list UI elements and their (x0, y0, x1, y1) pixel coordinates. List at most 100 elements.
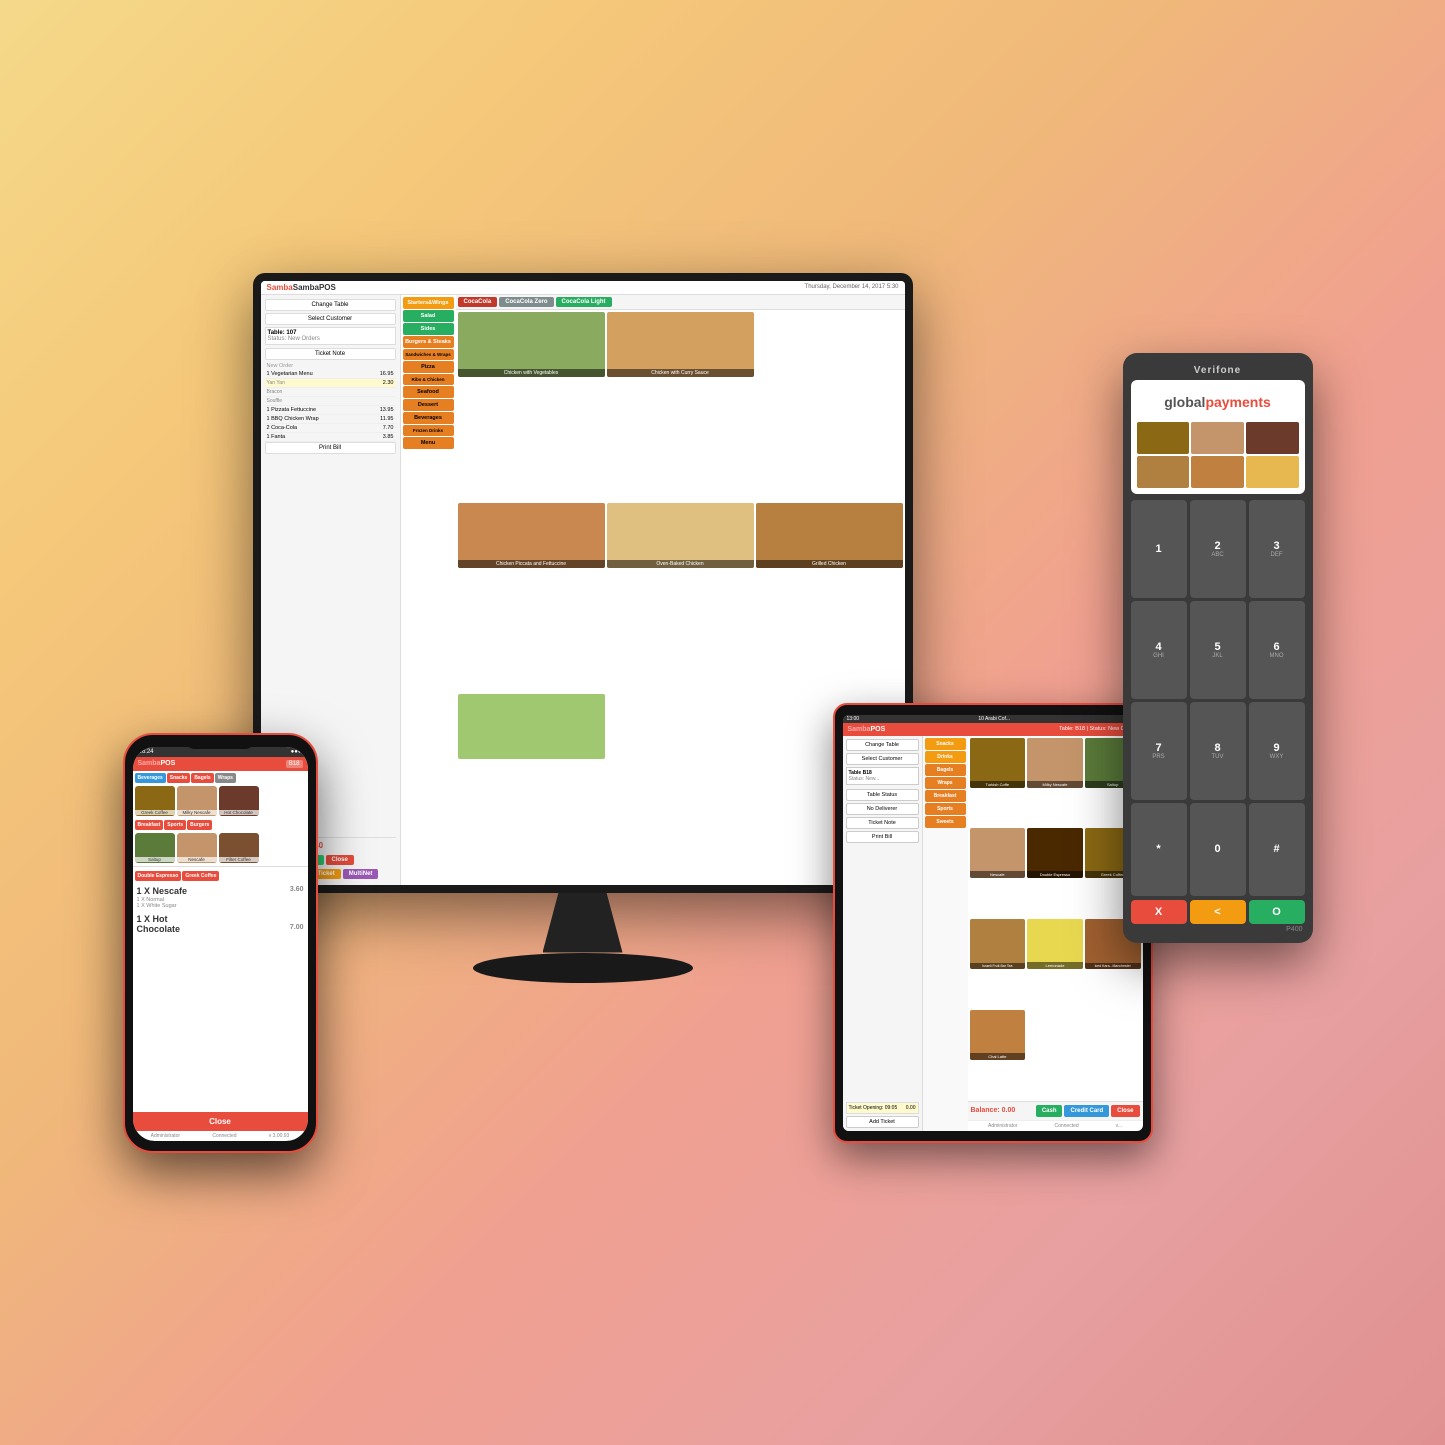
food-item-5[interactable]: Grilled Chicken (756, 503, 903, 568)
tablet-cat-snacks[interactable]: Snacks (925, 738, 966, 750)
tablet-cash-btn[interactable]: Cash (1036, 1105, 1063, 1117)
phone-close-btn[interactable]: Close (133, 1112, 308, 1131)
key-enter[interactable]: O (1249, 900, 1305, 924)
key-backspace[interactable]: < (1190, 900, 1246, 924)
tablet-select-customer[interactable]: Select Customer (846, 753, 919, 765)
key-6[interactable]: 6MNO (1249, 601, 1305, 699)
cat-seafood[interactable]: Seafood (403, 386, 454, 398)
coca-cola-light-btn[interactable]: CocaCola Light (556, 297, 612, 307)
phone-cat-beverages[interactable]: Beverages (135, 773, 166, 783)
phone-wrapper: 16:24 ●●● SambaPOS B18 Beverages Snacks … (123, 733, 318, 1153)
tablet-food-isra-tea[interactable]: Israeli Fruit Bar Tea (970, 919, 1026, 969)
terminal-brand: Verifone (1131, 361, 1305, 380)
cat-starters[interactable]: Starters&Wings (403, 297, 454, 309)
monitor-screen: SambaSambaPOS Thursday, December 14, 201… (261, 281, 905, 885)
phone-item-nescafe[interactable]: Nescafe (177, 833, 217, 863)
phone-cat-bagels[interactable]: Bagels (191, 773, 213, 783)
key-2[interactable]: 2ABC (1190, 500, 1246, 598)
cat-menu[interactable]: Menu (403, 437, 454, 449)
tablet-food-area: Snacks Drinks Bagels Wraps Breakfast Spo… (923, 736, 1143, 1131)
cat-sides[interactable]: Sides (403, 323, 454, 335)
cat-beverages[interactable]: Beverages (403, 412, 454, 424)
close-btn[interactable]: Close (326, 855, 354, 865)
phone-item-saltup[interactable]: Saltup (135, 833, 175, 863)
tablet-cat-sweets[interactable]: Sweets (925, 816, 966, 828)
tablet-change-table[interactable]: Change Table (846, 739, 919, 751)
phone-cat-double-espresso[interactable]: Double Espresso (135, 871, 182, 881)
phone-categories-3: Double Espresso Greek Coffee (133, 869, 308, 883)
food-item-6[interactable] (458, 694, 605, 759)
phone-cat-snacks[interactable]: Snacks (167, 773, 191, 783)
key-5[interactable]: 5JKL (1190, 601, 1246, 699)
cat-burgers[interactable]: Burgers & Steaks (403, 336, 454, 348)
phone-item-hot-choc[interactable]: Hot Chocolate (219, 786, 259, 816)
tablet-footer: Administrator Connected v... (968, 1120, 1143, 1131)
pos-logo: SambaSambaPOS (267, 283, 336, 292)
cat-frozen[interactable]: Frozen Drinks (403, 425, 454, 436)
phone-order-nescafe: 1 X Nescafe 3.60 (137, 885, 304, 897)
tablet-table-info-box: Table B18 Status: New... (846, 767, 919, 785)
tablet-food-chai[interactable]: Chai Latte (970, 1010, 1026, 1060)
table-info: Table: 107 Status: New Orders (265, 327, 396, 345)
food-item-4[interactable]: Oven-Baked Chicken (607, 503, 754, 568)
phone-cat-wraps[interactable]: Wraps (215, 773, 236, 783)
tablet-body: Change Table Select Customer Table B18 S… (843, 736, 1143, 1131)
key-7[interactable]: 7PRS (1131, 702, 1187, 800)
tablet-food-nescafe[interactable]: Nescafe (970, 828, 1026, 878)
coca-cola-zero-btn[interactable]: CocaCola Zero (499, 297, 553, 307)
tablet-left-panel: Change Table Select Customer Table B18 S… (843, 736, 923, 1131)
key-4[interactable]: 4GHI (1131, 601, 1187, 699)
cat-pizza[interactable]: Pizza (403, 361, 454, 373)
phone-screen: 16:24 ●●● SambaPOS B18 Beverages Snacks … (133, 747, 308, 1141)
order-item: 1 Pizzata Fettuccine13.95 (265, 406, 396, 415)
cat-dessert[interactable]: Dessert (403, 399, 454, 411)
phone-cat-breakfast[interactable]: Breakfast (135, 820, 164, 830)
multinet-btn[interactable]: MultiNet (343, 869, 379, 879)
tablet-cat-wraps[interactable]: Wraps (925, 777, 966, 789)
print-bill-btn[interactable]: Print Bill (265, 442, 396, 454)
change-table-btn[interactable]: Change Table (265, 299, 396, 311)
phone-cat-sports[interactable]: Sports (164, 820, 186, 830)
key-8[interactable]: 8TUV (1190, 702, 1246, 800)
pos-body: Change Table Select Customer Table: 107 … (261, 295, 905, 885)
food-item-2[interactable]: Chicken with Curry Sauce (607, 312, 754, 377)
key-cancel[interactable]: X (1131, 900, 1187, 924)
tablet-cat-bagels[interactable]: Bagels (925, 764, 966, 776)
phone-cat-burgers[interactable]: Burgers (187, 820, 212, 830)
phone-item-filter-coffee[interactable]: Filter Coffee (219, 833, 259, 863)
food-item-1[interactable]: Chicken with Vegetables (458, 312, 605, 377)
order-item: 1 Vegetarian Menu16.95 (265, 370, 396, 379)
tablet-add-ticket[interactable]: Add Ticket (846, 1116, 919, 1128)
tablet-food-turkish[interactable]: Turkish Coffe (970, 738, 1026, 788)
phone-item-greek-coffee[interactable]: Greek Coffee (135, 786, 175, 816)
key-0[interactable]: 0 (1190, 803, 1246, 895)
key-3[interactable]: 3DEF (1249, 500, 1305, 598)
tablet-food-lemonade[interactable]: Lemonade (1027, 919, 1083, 969)
tablet-cat-breakfast[interactable]: Breakfast (925, 790, 966, 802)
cat-sandwiches[interactable]: Sandwiches & Wraps (403, 349, 454, 360)
key-hash[interactable]: # (1249, 803, 1305, 895)
phone-cat-greek-coffee2[interactable]: Greek Coffee (182, 871, 219, 881)
tablet-food-milky[interactable]: Milky Nescafe (1027, 738, 1083, 788)
key-star[interactable]: * (1131, 803, 1187, 895)
cat-ribs[interactable]: Ribs & Chicken (403, 374, 454, 385)
tablet-credit-btn[interactable]: Credit Card (1064, 1105, 1109, 1117)
tablet-close-btn[interactable]: Close (1111, 1105, 1139, 1117)
food-item-3[interactable]: Chicken Piccata and Fettuccine (458, 503, 605, 568)
select-customer-btn[interactable]: Select Customer (265, 313, 396, 325)
tablet-print-bill[interactable]: Print Bill (846, 831, 919, 843)
tablet-cat-drinks[interactable]: Drinks (925, 751, 966, 763)
key-1[interactable]: 1 (1131, 500, 1187, 598)
tablet-cat-sports[interactable]: Sports (925, 803, 966, 815)
tablet-table-status[interactable]: Table Status (846, 789, 919, 801)
key-9[interactable]: 9WXY (1249, 702, 1305, 800)
tablet-food-double-espresso[interactable]: Double Espresso (1027, 828, 1083, 878)
monitor-wrapper: SambaSambaPOS Thursday, December 14, 201… (253, 273, 913, 1013)
cat-salad[interactable]: Salad (403, 310, 454, 322)
coca-cola-btn[interactable]: CocaCola (458, 297, 498, 307)
tablet-no-deliverer[interactable]: No Deliverer (846, 803, 919, 815)
phone-order-list: 1 X Nescafe 3.60 1 X Normal1 X White Sug… (133, 883, 308, 1112)
ticket-note-btn[interactable]: Ticket Note (265, 348, 396, 360)
tablet-ticket-note[interactable]: Ticket Note (846, 817, 919, 829)
phone-item-milky-nescafe[interactable]: Milky Nescafe (177, 786, 217, 816)
